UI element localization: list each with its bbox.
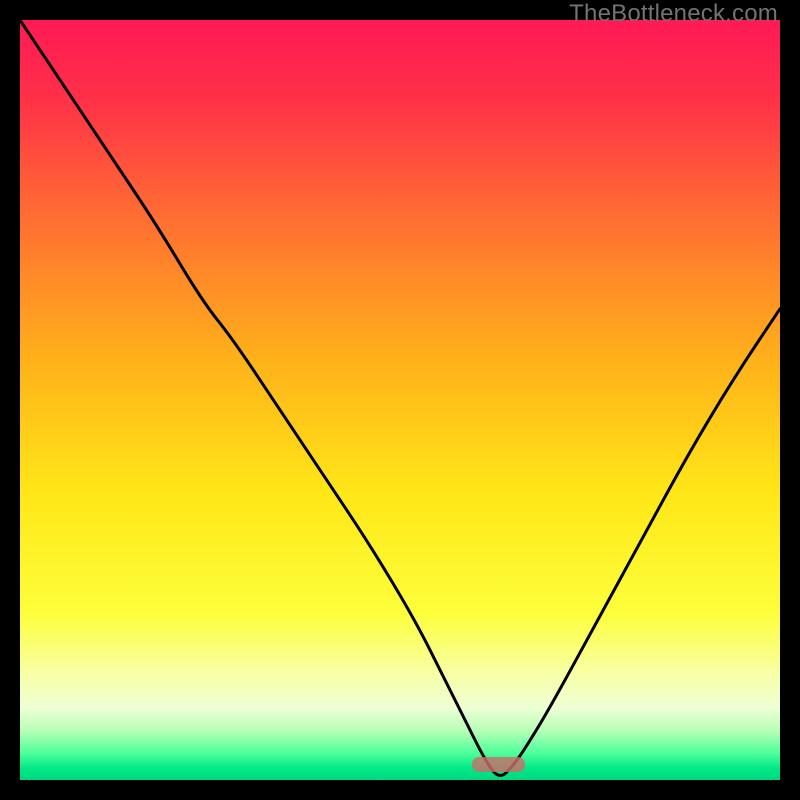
chart-frame bbox=[20, 20, 780, 780]
bottleneck-chart bbox=[20, 20, 780, 780]
gradient-background bbox=[20, 20, 780, 780]
watermark-text: TheBottleneck.com bbox=[569, 0, 778, 28]
optimum-marker bbox=[472, 757, 525, 772]
